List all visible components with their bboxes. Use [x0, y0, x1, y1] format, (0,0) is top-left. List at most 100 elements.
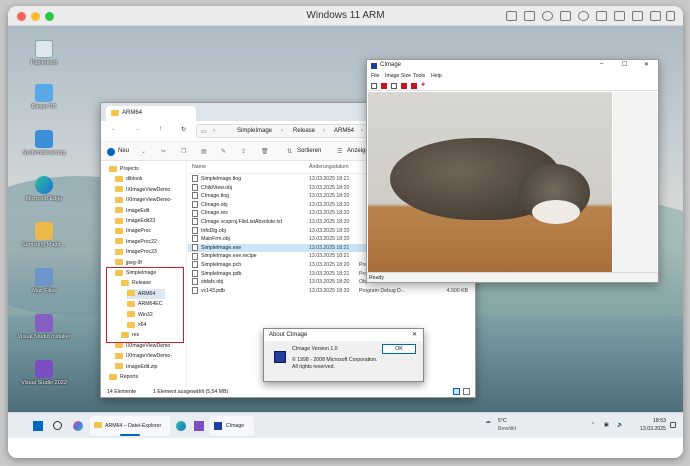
close-button[interactable]: ✕ — [644, 61, 649, 68]
nav-item[interactable]: ImageEdit.zip — [115, 362, 157, 372]
folder-icon — [115, 186, 123, 193]
lock-icon[interactable] — [632, 11, 643, 21]
ok-button[interactable]: OK — [382, 344, 416, 354]
copilot-icon[interactable] — [73, 421, 83, 431]
nav-item[interactable]: ImageProc — [115, 226, 151, 236]
paste-icon[interactable]: ▤ — [201, 148, 207, 155]
vm-bottom-margin — [8, 438, 683, 458]
control-panel-icon — [35, 130, 53, 148]
open-icon[interactable] — [371, 83, 377, 89]
network-icon[interactable]: ▣ — [604, 422, 609, 428]
nav-item[interactable]: IXImageViewDemo- — [115, 195, 172, 205]
forward-icon[interactable]: → — [135, 126, 141, 132]
file-icon — [192, 243, 198, 251]
chevron-up-icon[interactable]: ⌃ — [591, 422, 595, 428]
menu-help[interactable]: Help — [431, 73, 442, 79]
copy-icon[interactable]: ❐ — [181, 148, 186, 155]
file-date: 13.03.2025 18:20 — [309, 193, 350, 200]
nav-item[interactable]: IXImageViewDemo — [115, 185, 170, 195]
search-icon[interactable] — [53, 421, 62, 430]
menu-tools[interactable]: Tools — [413, 73, 425, 79]
file-row[interactable]: vc143.pdb 13.03.2025 18:20 Program Debug D… — [188, 286, 468, 295]
file-date: 13.03.2025 18:20 — [309, 219, 350, 225]
file-name: SimpleImage.exe — [192, 243, 241, 252]
microphone-icon[interactable] — [578, 11, 589, 21]
file-date: 13.03.2025 18:20 — [309, 236, 350, 243]
file-name: SimpleImage.tlog — [192, 175, 241, 183]
nav-item[interactable]: ImageProc23 — [115, 247, 157, 257]
column-date[interactable]: Änderungsdatum — [309, 164, 349, 170]
up-icon[interactable]: ↑ — [159, 126, 162, 132]
file-name: stdafx.obj — [192, 278, 223, 286]
refresh-icon[interactable]: ↻ — [181, 126, 186, 133]
menu-file[interactable]: File — [371, 73, 379, 79]
chevron-down-icon[interactable]: ⌄ — [141, 148, 146, 155]
pc-icon: ▭ — [201, 129, 207, 135]
volume-icon[interactable]: 🔈 — [617, 422, 623, 428]
tool-icon[interactable] — [391, 83, 397, 89]
explorer-tab[interactable]: ARM64 — [106, 106, 196, 121]
file-icon — [192, 269, 198, 277]
sort-button[interactable]: Sortieren — [297, 148, 321, 154]
taskbar-item-cimage[interactable]: CImage — [210, 416, 254, 436]
nav-item[interactable]: Reports — [109, 372, 138, 382]
file-date: 13.03.2025 18:21 — [309, 244, 350, 251]
nav-item[interactable]: ImageEdit — [115, 206, 149, 216]
file-icon — [192, 226, 198, 234]
nav-item[interactable]: ImageProc22 — [115, 237, 157, 247]
visual-studio-icon[interactable] — [194, 421, 204, 431]
tiles-view-icon[interactable] — [463, 388, 470, 395]
keyboard-icon[interactable] — [524, 11, 535, 21]
folder-icon — [115, 207, 123, 214]
taskbar-item-explorer[interactable]: ARM64 – Datei-Explorer — [90, 416, 170, 436]
folder-icon[interactable] — [614, 11, 625, 21]
delete-icon[interactable]: 🗑 — [261, 148, 269, 155]
breadcrumb-item[interactable]: Release — [293, 128, 315, 134]
share-icon[interactable]: ⇪ — [241, 148, 246, 155]
maximize-button[interactable]: ☐ — [622, 61, 627, 68]
menu-image-size[interactable]: Image Size — [385, 73, 411, 79]
camera-icon[interactable] — [542, 11, 553, 21]
desktop-icon-mac-files[interactable]: Mac Files — [12, 268, 76, 294]
move-icon[interactable]: ✚ — [421, 82, 425, 88]
cut-icon[interactable]: ✂ — [161, 148, 166, 155]
back-icon[interactable]: ← — [111, 126, 117, 132]
desktop-icon-control-panel[interactable]: Systemsteuerung — [12, 130, 76, 156]
settings-icon[interactable] — [650, 11, 661, 21]
close-button[interactable]: ✕ — [412, 331, 417, 338]
display-icon[interactable] — [506, 11, 517, 21]
desktop-icon-vs-2022[interactable]: Visual Studio 2022 — [12, 360, 76, 386]
usb-icon[interactable] — [560, 11, 571, 21]
new-button[interactable]: Neu — [118, 148, 129, 154]
fullscreen-icon[interactable] — [666, 11, 675, 21]
tool-red-icon[interactable] — [381, 83, 387, 89]
breadcrumb-item[interactable]: ARM64 — [334, 128, 354, 134]
cimage-statusbar: Ready — [367, 272, 658, 282]
notification-icon[interactable] — [670, 422, 676, 428]
desktop-icon-this-pc[interactable]: Dieser PC — [12, 84, 76, 110]
edge-icon[interactable] — [176, 421, 186, 431]
nav-item[interactable]: ImageEdit23 — [115, 216, 155, 226]
nav-item[interactable]: diblook — [115, 174, 142, 184]
column-name[interactable]: Name — [192, 164, 206, 170]
breadcrumb-item[interactable]: SimpleImage — [237, 128, 272, 134]
tool-red-icon[interactable] — [401, 83, 407, 89]
windows-start-icon[interactable] — [33, 421, 43, 431]
file-date: 13.03.2025 18:21 — [309, 253, 350, 260]
share-icon[interactable] — [596, 11, 607, 21]
chevron-right-icon: › — [323, 128, 325, 134]
details-view-icon[interactable] — [453, 388, 460, 395]
tool-red-icon[interactable] — [411, 83, 417, 89]
desktop-icon-recycle-bin[interactable]: Papierkorb — [12, 40, 76, 66]
desktop-icon-vs-installer[interactable]: Visual Studio Installer — [12, 314, 76, 340]
minimize-button[interactable]: – — [600, 61, 603, 67]
desktop-icon-edge[interactable]: Microsoft Edge — [12, 176, 76, 202]
vm-window: Windows 11 ARM Papierkorb Dieser PC Syst… — [8, 6, 683, 458]
nav-item[interactable]: IXImageViewDemo- — [115, 351, 172, 361]
monitor-icon — [35, 84, 53, 102]
rename-icon[interactable]: ✎ — [221, 148, 226, 155]
file-date: 13.03.2025 18:20 — [309, 279, 350, 286]
desktop-icon-samsung[interactable]: Samsung Magic... — [12, 222, 76, 248]
chevron-right-icon: › — [281, 128, 283, 134]
nav-item[interactable]: Projects — [109, 164, 139, 174]
